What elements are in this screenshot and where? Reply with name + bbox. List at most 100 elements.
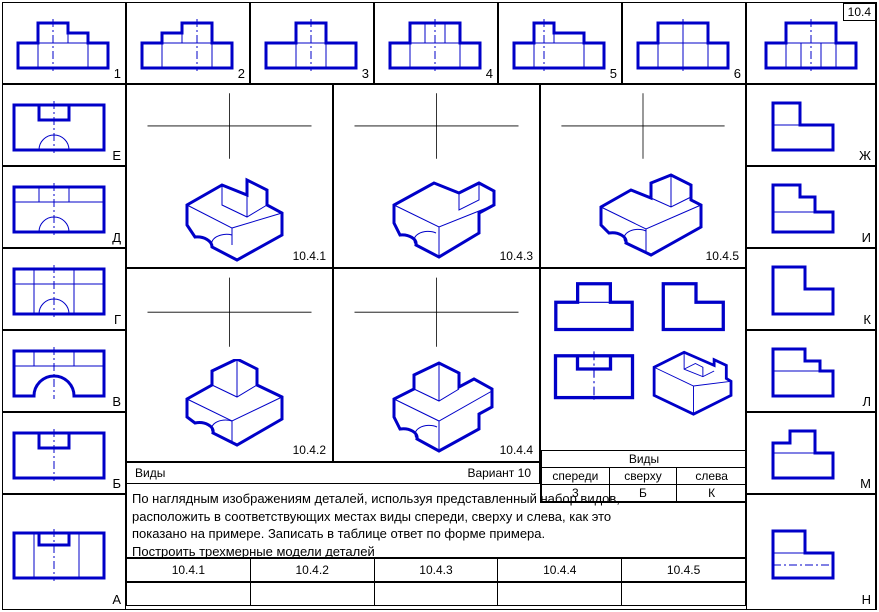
left-label-b: Б: [112, 476, 121, 491]
top-view-4-icon: [385, 13, 485, 73]
example-cell: Виды спереди сверху слева 3 Б К: [540, 268, 746, 503]
right-view-zh-icon: [765, 95, 845, 155]
right-view-l-icon: [765, 341, 845, 401]
top-cell-4: 4: [374, 2, 498, 84]
example-iso-icon: [646, 341, 741, 416]
iso-cell-5: 10.4.5: [540, 84, 746, 268]
cross-icon: [541, 85, 745, 167]
left-label-a: А: [112, 592, 121, 607]
top-label-6: 6: [734, 66, 741, 81]
left-cell-b: Б: [2, 412, 126, 494]
right-cell-i: И: [746, 166, 876, 248]
right-view-k-icon: [765, 259, 845, 319]
top-label-1: 1: [114, 66, 121, 81]
example-left-icon: [656, 275, 736, 335]
left-view-d-icon: [9, 177, 109, 237]
right-cell-l: Л: [746, 330, 876, 412]
example-front-icon: [549, 275, 639, 335]
iso-cell-4: 10.4.4: [333, 268, 540, 462]
right-cell-m: М: [746, 412, 876, 494]
bottom-blank: [622, 582, 746, 606]
top-view-5-icon: [509, 13, 609, 73]
left-view-b-icon: [9, 423, 109, 483]
right-label-k: К: [863, 312, 871, 327]
top-cell-3: 3: [250, 2, 374, 84]
bottom-cell: 10.4.4: [498, 558, 622, 582]
left-cell-v: В: [2, 330, 126, 412]
right-cell-n: Н: [746, 494, 876, 610]
cross-icon: [334, 85, 539, 167]
right-cell-zh: Ж: [746, 84, 876, 166]
top-view-3-icon: [261, 13, 361, 73]
left-label-g: Г: [114, 312, 121, 327]
left-label-d: Д: [112, 230, 121, 245]
bottom-blank: [498, 582, 622, 606]
cross-icon: [127, 85, 332, 167]
right-cell-k: К: [746, 248, 876, 330]
right-view-i-icon: [765, 177, 845, 237]
left-label-v: В: [112, 394, 121, 409]
iso-1-icon: [177, 165, 297, 265]
left-view-e-icon: [9, 95, 109, 155]
bottom-blank: [251, 582, 375, 606]
right-view-m-icon: [765, 423, 845, 483]
example-top-icon: [549, 347, 639, 402]
left-view-g-icon: [9, 259, 109, 319]
top-cell-5: 5: [498, 2, 622, 84]
answer-col-top: сверху: [609, 468, 677, 485]
top-view-extra-icon: [761, 13, 861, 73]
bottom-cell: 10.4.1: [126, 558, 251, 582]
bottom-blank-row: [126, 582, 746, 606]
iso-label-4: 10.4.4: [500, 443, 533, 457]
bottom-blank: [375, 582, 499, 606]
bottom-answer-row: 10.4.1 10.4.2 10.4.3 10.4.4 10.4.5: [126, 558, 746, 582]
iso-5-icon: [591, 165, 711, 265]
cross-icon: [334, 269, 539, 355]
title-left: Виды: [135, 466, 165, 480]
top-cell-2: 2: [126, 2, 250, 84]
iso-label-3: 10.4.3: [500, 249, 533, 263]
right-label-i: И: [862, 230, 871, 245]
top-cell-6: 6: [622, 2, 746, 84]
right-label-l: Л: [862, 394, 871, 409]
top-cell-filler: [746, 2, 876, 84]
iso-2-icon: [177, 359, 297, 459]
bottom-cell: 10.4.2: [251, 558, 375, 582]
left-cell-a: А: [2, 494, 126, 610]
title-bar: Виды Вариант 10: [126, 462, 540, 484]
title-right: Вариант 10: [467, 466, 531, 480]
left-cell-g: Г: [2, 248, 126, 330]
cross-icon: [127, 269, 332, 355]
top-label-3: 3: [362, 66, 369, 81]
right-label-zh: Ж: [859, 148, 871, 163]
right-label-m: М: [860, 476, 871, 491]
top-label-4: 4: [486, 66, 493, 81]
top-view-1-icon: [13, 13, 113, 73]
left-cell-d: Д: [2, 166, 126, 248]
top-label-5: 5: [610, 66, 617, 81]
bottom-cell: 10.4.3: [375, 558, 499, 582]
top-label-2: 2: [238, 66, 245, 81]
iso-label-2: 10.4.2: [293, 443, 326, 457]
answer-col-front: спереди: [542, 468, 610, 485]
left-view-v-icon: [9, 341, 109, 401]
answer-header: Виды: [542, 451, 747, 468]
iso-label-1: 10.4.1: [293, 249, 326, 263]
left-label-e: Е: [112, 148, 121, 163]
iso-cell-1: 10.4.1: [126, 84, 333, 268]
iso-cell-3: 10.4.3: [333, 84, 540, 268]
right-label-n: Н: [862, 592, 871, 607]
left-cell-e: Е: [2, 84, 126, 166]
top-view-2-icon: [137, 13, 237, 73]
left-view-a-icon: [9, 523, 109, 583]
top-cell-1: 1: [2, 2, 126, 84]
iso-3-icon: [384, 165, 504, 265]
right-view-n-icon: [765, 523, 845, 583]
bottom-blank: [126, 582, 251, 606]
iso-4-icon: [384, 359, 504, 459]
instruction-box: [126, 484, 746, 558]
iso-cell-2: 10.4.2: [126, 268, 333, 462]
iso-label-5: 10.4.5: [706, 249, 739, 263]
answer-col-left: слева: [677, 468, 747, 485]
top-view-6-icon: [633, 13, 733, 73]
